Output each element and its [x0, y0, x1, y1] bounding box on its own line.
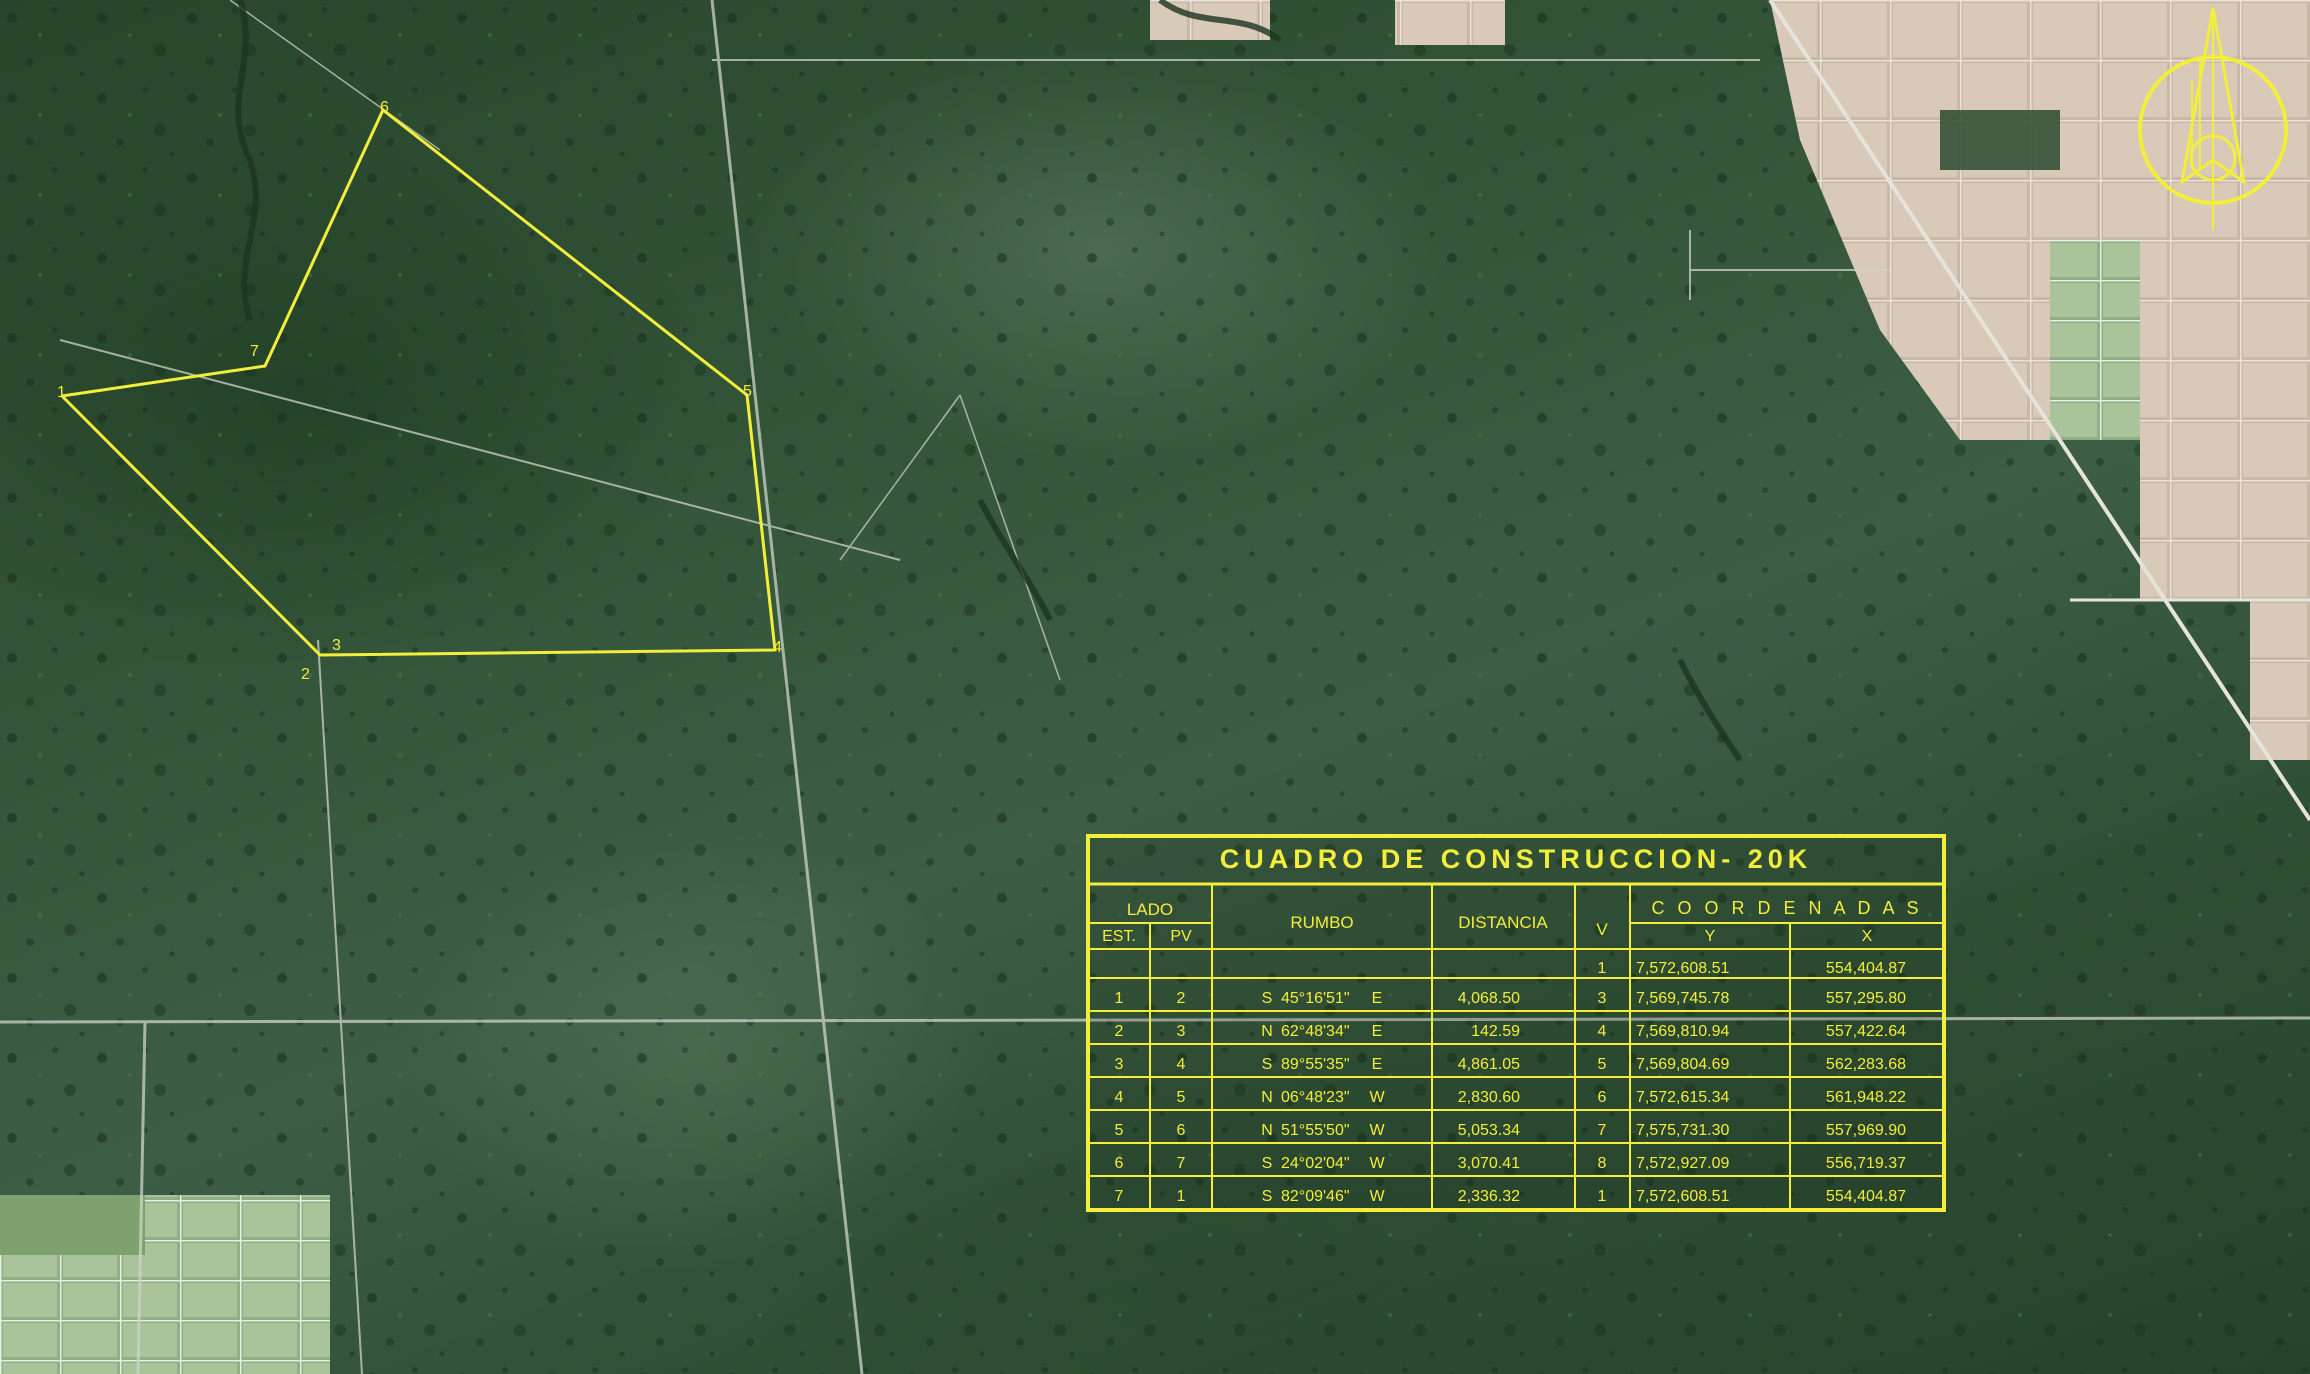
- cell-pv: 6: [1177, 1122, 1186, 1139]
- cell-v: 6: [1598, 1089, 1607, 1106]
- map-graphics: 1 2 3 4 5 6 7 CUADRO DE CONSTRUCCION- 20…: [0, 0, 2310, 1374]
- cell-angle: 51°55'50": [1281, 1122, 1350, 1139]
- vertex-label-6: 6: [380, 99, 389, 116]
- cell-angle: 24°02'04": [1281, 1155, 1350, 1172]
- cell-x: 554,404.87: [1826, 1188, 1906, 1205]
- cell-x: 557,295.80: [1826, 990, 1906, 1007]
- cell-ns: N: [1261, 1089, 1273, 1106]
- cell-ns: S: [1262, 1188, 1273, 1205]
- vertex-label-4: 4: [773, 639, 782, 656]
- cell-ew: W: [1369, 1122, 1385, 1139]
- cell-y: 7,572,927.09: [1636, 1155, 1730, 1172]
- cell-dist: 4,861.05: [1458, 1056, 1520, 1073]
- cell-v: 5: [1598, 1056, 1607, 1073]
- cell-v: 7: [1598, 1122, 1607, 1139]
- cell-pv: 4: [1177, 1056, 1186, 1073]
- cell-pv: 5: [1177, 1089, 1186, 1106]
- vertex-label-3: 3: [332, 637, 341, 654]
- cell-ns: N: [1261, 1023, 1273, 1040]
- vertex-label-2: 2: [301, 666, 310, 683]
- header-est: EST.: [1102, 928, 1136, 945]
- cell-dist: 142.59: [1471, 1023, 1520, 1040]
- header-x: X: [1862, 928, 1873, 945]
- cell-y: 7,569,804.69: [1636, 1056, 1730, 1073]
- cell-v: 4: [1598, 1023, 1607, 1040]
- cell-est: 1: [1115, 990, 1124, 1007]
- cell-pv: 2: [1177, 990, 1186, 1007]
- header-pv: PV: [1170, 928, 1192, 945]
- cell-y: 7,569,745.78: [1636, 990, 1730, 1007]
- cell-y: 7,572,615.34: [1636, 1089, 1730, 1106]
- cell-x: 562,283.68: [1826, 1056, 1906, 1073]
- cell-v: 1: [1598, 1188, 1607, 1205]
- cell-x: 557,422.64: [1826, 1023, 1906, 1040]
- cell-pv: 1: [1177, 1188, 1186, 1205]
- cell-angle: 62°48'34": [1281, 1023, 1350, 1040]
- cell-ew: E: [1372, 1056, 1383, 1073]
- cell-dist: 4,068.50: [1458, 990, 1520, 1007]
- vertex-label-1: 1: [57, 384, 66, 401]
- construction-table: CUADRO DE CONSTRUCCION- 20K LADO EST. PV…: [1086, 834, 1946, 1212]
- cell-ew: W: [1369, 1089, 1385, 1106]
- cell-y: 7,575,731.30: [1636, 1122, 1730, 1139]
- cell-ew: E: [1372, 990, 1383, 1007]
- vertex-label-5: 5: [743, 383, 752, 400]
- cell-angle: 06°48'23": [1281, 1089, 1350, 1106]
- cell-ns: S: [1262, 990, 1273, 1007]
- cell-pv: 3: [1177, 1023, 1186, 1040]
- header-lado: LADO: [1127, 900, 1173, 919]
- header-coordenadas: C O O R D E N A D A S: [1651, 898, 1922, 918]
- first-row-v: 1: [1598, 960, 1607, 977]
- cell-angle: 45°16'51": [1281, 990, 1350, 1007]
- cell-ns: S: [1262, 1056, 1273, 1073]
- cell-dist: 2,830.60: [1458, 1089, 1520, 1106]
- cell-est: 5: [1115, 1122, 1124, 1139]
- satellite-map[interactable]: 1 2 3 4 5 6 7 CUADRO DE CONSTRUCCION- 20…: [0, 0, 2310, 1374]
- cell-y: 7,569,810.94: [1636, 1023, 1730, 1040]
- cell-dist: 5,053.34: [1458, 1122, 1520, 1139]
- header-rumbo: RUMBO: [1290, 913, 1353, 932]
- cell-v: 8: [1598, 1155, 1607, 1172]
- first-row-x: 554,404.87: [1826, 960, 1906, 977]
- cell-est: 6: [1115, 1155, 1124, 1172]
- cell-dist: 2,336.32: [1458, 1188, 1520, 1205]
- farmland-bottom-left: [0, 1195, 330, 1374]
- cell-x: 561,948.22: [1826, 1089, 1906, 1106]
- cell-v: 3: [1598, 990, 1607, 1007]
- cell-ew: W: [1369, 1188, 1385, 1205]
- header-v: V: [1596, 920, 1608, 939]
- table-title: CUADRO DE CONSTRUCCION- 20K: [1220, 844, 1813, 874]
- cell-pv: 7: [1177, 1155, 1186, 1172]
- cell-angle: 89°55'35": [1281, 1056, 1350, 1073]
- cell-est: 3: [1115, 1056, 1124, 1073]
- cell-ew: W: [1369, 1155, 1385, 1172]
- cell-ew: E: [1372, 1023, 1383, 1040]
- cell-dist: 3,070.41: [1458, 1155, 1520, 1172]
- cell-ns: S: [1262, 1155, 1273, 1172]
- cell-x: 557,969.90: [1826, 1122, 1906, 1139]
- cell-est: 4: [1115, 1089, 1124, 1106]
- cell-est: 7: [1115, 1188, 1124, 1205]
- cell-ns: N: [1261, 1122, 1273, 1139]
- cell-y: 7,572,608.51: [1636, 1188, 1730, 1205]
- header-y: Y: [1705, 928, 1716, 945]
- cell-angle: 82°09'46": [1281, 1188, 1350, 1205]
- vertex-label-7: 7: [250, 343, 259, 360]
- cell-est: 2: [1115, 1023, 1124, 1040]
- cell-x: 556,719.37: [1826, 1155, 1906, 1172]
- header-distancia: DISTANCIA: [1458, 913, 1548, 932]
- first-row-y: 7,572,608.51: [1636, 960, 1730, 977]
